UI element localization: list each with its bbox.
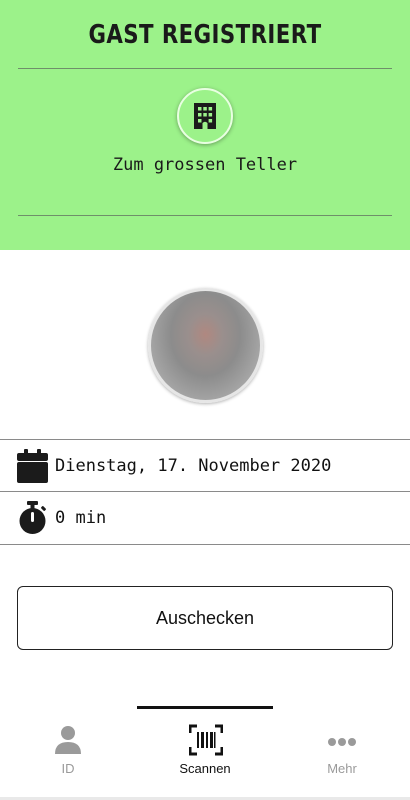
divider <box>18 68 392 69</box>
bottom-navigation: ID Scannen Mehr <box>0 700 410 800</box>
active-tab-indicator <box>137 706 273 709</box>
visit-duration: 0 min <box>55 508 107 528</box>
person-icon <box>52 724 84 756</box>
divider <box>18 215 392 216</box>
page-title: GAST REGISTRIERT <box>88 20 322 50</box>
header-banner: GAST REGISTRIERT Zum grossen Teller <box>0 0 410 250</box>
barcode-scan-icon <box>188 724 224 756</box>
building-icon <box>177 88 233 144</box>
tab-id[interactable]: ID <box>0 724 136 784</box>
venue-name: Zum grossen Teller <box>112 155 298 175</box>
date-row: Dienstag, 17. November 2020 <box>0 440 410 492</box>
calendar-icon <box>17 449 48 483</box>
avatar <box>148 288 263 403</box>
checkout-button[interactable]: Auschecken <box>17 586 393 650</box>
visit-date: Dienstag, 17. November 2020 <box>55 456 332 476</box>
more-icon <box>326 724 358 756</box>
tab-label: ID <box>61 761 75 776</box>
tab-label: Mehr <box>327 761 357 776</box>
duration-row: 0 min <box>0 492 410 544</box>
stopwatch-icon <box>17 501 48 535</box>
divider <box>0 544 410 545</box>
tab-label: Scannen <box>179 761 231 776</box>
tab-mehr[interactable]: Mehr <box>274 724 410 784</box>
tab-scannen[interactable]: Scannen <box>137 724 273 784</box>
